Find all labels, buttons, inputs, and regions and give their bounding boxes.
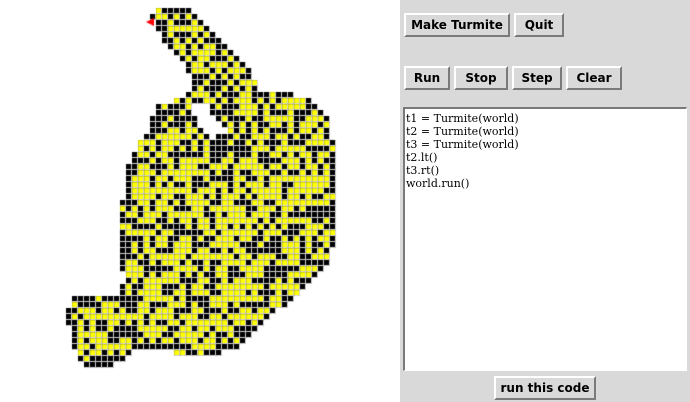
quit-button[interactable]: Quit — [514, 13, 564, 37]
step-button[interactable]: Step — [512, 66, 562, 90]
stop-button[interactable]: Stop — [454, 66, 508, 90]
code-line: t3.rt() — [406, 164, 440, 177]
code-line: t3 = Turmite(world) — [406, 138, 519, 151]
world-canvas[interactable] — [0, 0, 400, 402]
code-editor[interactable]: t1 = Turmite(world) t2 = Turmite(world) … — [403, 107, 687, 371]
run-button[interactable]: Run — [404, 66, 450, 90]
clear-button[interactable]: Clear — [566, 66, 622, 90]
code-line: t2.lt() — [406, 151, 438, 164]
code-line: world.run() — [406, 177, 470, 190]
control-panel: Make Turmite Quit Run Stop Step Clear t1… — [400, 0, 690, 402]
code-line: t1 = Turmite(world) — [406, 112, 519, 125]
run-this-code-button[interactable]: run this code — [494, 376, 596, 400]
turmite-app-window: Make Turmite Quit Run Stop Step Clear t1… — [0, 0, 690, 402]
make-turmite-button[interactable]: Make Turmite — [404, 13, 510, 37]
world-canvas-panel[interactable] — [0, 0, 400, 402]
code-line: t2 = Turmite(world) — [406, 125, 519, 138]
